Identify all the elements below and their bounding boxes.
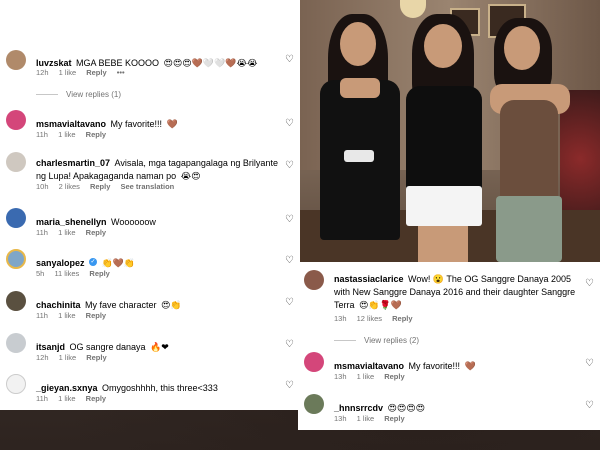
comment-username[interactable]: nastassiaclarice — [334, 274, 404, 284]
comments-panel-left: luvzskat MGA BEBE KOOOO 😍😍😍🤎🤍🤍🤎😭😭 12h 1 … — [0, 0, 300, 410]
comment-emoji: 😍😍😍🤎🤍🤍🤎😭😭 — [163, 59, 258, 69]
comment-likes[interactable]: 1 like — [59, 353, 77, 362]
reply-button[interactable]: Reply — [86, 68, 106, 77]
comment-time: 13h — [334, 372, 347, 381]
reply-button[interactable]: Reply — [86, 311, 106, 320]
avatar[interactable] — [6, 333, 26, 353]
comment-likes[interactable]: 11 likes — [54, 269, 79, 278]
avatar[interactable] — [6, 374, 26, 394]
comment-likes[interactable]: 1 like — [59, 68, 77, 77]
comment-username[interactable]: luvzskat — [36, 58, 72, 68]
comment-likes[interactable]: 1 like — [357, 414, 375, 423]
reply-button[interactable]: Reply — [86, 353, 106, 362]
comment-username[interactable]: charlesmartin_07 — [36, 158, 110, 168]
comment-username[interactable]: maria_shenellyn — [36, 217, 107, 227]
comment-emoji: 🤎 — [464, 362, 476, 372]
heart-outline-icon[interactable]: ♡ — [585, 278, 594, 289]
reply-button[interactable]: Reply — [89, 269, 109, 278]
avatar[interactable] — [6, 208, 26, 228]
comment-time: 5h — [36, 269, 45, 278]
heart-outline-icon[interactable]: ♡ — [585, 358, 594, 369]
comment-username[interactable]: chachinita — [36, 300, 81, 310]
more-options-icon[interactable]: ••• — [117, 68, 125, 77]
comment-likes[interactable]: 1 like — [58, 311, 76, 320]
comment-time: 11h — [36, 394, 48, 403]
avatar[interactable] — [6, 110, 26, 130]
reply-button[interactable]: Reply — [86, 130, 106, 139]
avatar[interactable] — [6, 249, 26, 269]
avatar[interactable] — [6, 50, 26, 70]
comment-time: 11h — [36, 130, 48, 139]
comment-text: Woooooow — [111, 217, 156, 227]
view-replies-button[interactable]: View replies (1) — [36, 90, 121, 99]
comment-time: 13h — [334, 314, 347, 323]
reply-button[interactable]: Reply — [86, 228, 106, 237]
heart-outline-icon[interactable]: ♡ — [585, 400, 594, 411]
photo-three-women — [300, 0, 600, 262]
avatar[interactable] — [6, 152, 26, 172]
comment-time: 11h — [36, 228, 48, 237]
comment-username[interactable]: _hnnsrrcdv — [334, 403, 383, 413]
comment-time: 11h — [36, 311, 48, 320]
heart-outline-icon[interactable]: ♡ — [285, 339, 294, 350]
comment-likes[interactable]: 12 likes — [357, 314, 382, 323]
comment-text: OG sangre danaya — [69, 342, 146, 352]
comment-time: 10h — [36, 182, 49, 191]
comment-time: 13h — [334, 414, 347, 423]
comment-username[interactable]: itsanjd — [36, 342, 65, 352]
comment-emoji: 😍👏 — [160, 301, 182, 311]
reply-button[interactable]: Reply — [392, 314, 412, 323]
reply-button[interactable]: Reply — [86, 394, 106, 403]
comment-likes[interactable]: 1 like — [357, 372, 375, 381]
avatar[interactable] — [304, 394, 324, 414]
comment-username[interactable]: msmavialtavano — [36, 119, 106, 129]
reply-button[interactable]: Reply — [384, 372, 404, 381]
reply-button[interactable]: Reply — [90, 182, 110, 191]
comments-panel-right: nastassiaclarice Wow! 😮 The OG Sanggre D… — [298, 262, 600, 430]
comment-text: My favorite!!! — [110, 119, 163, 129]
comment-time: 12h — [36, 68, 49, 77]
heart-outline-icon[interactable]: ♡ — [285, 380, 294, 391]
avatar[interactable] — [6, 291, 26, 311]
comment-likes[interactable]: 2 likes — [59, 182, 80, 191]
heart-outline-icon[interactable]: ♡ — [285, 255, 294, 266]
comment-username[interactable]: sanyalopez — [36, 258, 85, 268]
comment-emoji: 😍👏🌹🤎 — [358, 301, 402, 311]
view-replies-button[interactable]: View replies (2) — [334, 336, 419, 345]
comment-text: MGA BEBE KOOOO — [75, 58, 160, 68]
heart-outline-icon[interactable]: ♡ — [285, 118, 294, 129]
comment-likes[interactable]: 1 like — [58, 130, 76, 139]
avatar[interactable] — [304, 270, 324, 290]
heart-outline-icon[interactable]: ♡ — [285, 54, 294, 65]
comment-username[interactable]: msmavialtavano — [334, 361, 404, 371]
avatar[interactable] — [304, 352, 324, 372]
heart-outline-icon[interactable]: ♡ — [285, 214, 294, 225]
comment-username[interactable]: _gieyan.sxnya — [36, 383, 98, 393]
reply-button[interactable]: Reply — [384, 414, 404, 423]
comment-likes[interactable]: 1 like — [58, 394, 76, 403]
heart-outline-icon[interactable]: ♡ — [285, 160, 294, 171]
comment-likes[interactable]: 1 like — [58, 228, 76, 237]
comment-emoji: 😭😍 — [180, 172, 201, 182]
comment-text: My favorite!!! — [408, 361, 461, 371]
comment-emoji: 👏🤎👏 — [101, 259, 136, 269]
comment-time: 12h — [36, 353, 49, 362]
comment-text: My fave character — [84, 300, 157, 310]
comment-emoji: 🤎 — [166, 120, 178, 130]
see-translation-button[interactable]: See translation — [121, 182, 175, 191]
comment-emoji: 😍😍😍😍 — [387, 404, 426, 414]
verified-badge-icon: ✓ — [88, 257, 97, 266]
heart-outline-icon[interactable]: ♡ — [285, 297, 294, 308]
comment-text: Omygoshhhh, this three<333 — [102, 383, 218, 393]
comment-emoji: 🔥❤ — [149, 343, 169, 353]
